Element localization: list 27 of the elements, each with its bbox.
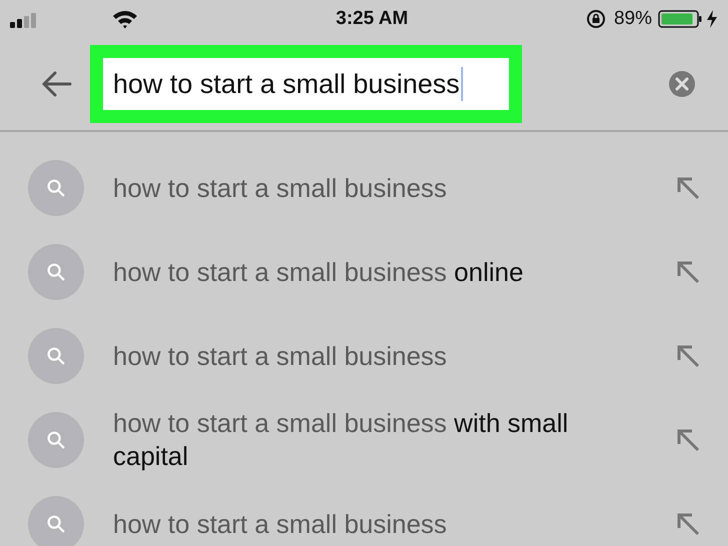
wifi-icon (112, 9, 138, 29)
suggestion-text: how to start a small business (113, 172, 448, 204)
suggestion-item[interactable]: how to start a small business (0, 482, 728, 546)
suggestion-item[interactable]: how to start a small business (0, 146, 728, 230)
suggestion-item[interactable]: how to start a small business with small capital (0, 398, 728, 482)
text-cursor (460, 67, 463, 101)
battery-icon (658, 9, 704, 29)
arrow-up-left-icon[interactable] (675, 259, 701, 285)
status-time: 3:25 AM (336, 6, 408, 31)
search-query: how to start a small business (113, 68, 460, 101)
charging-icon (706, 9, 718, 29)
back-arrow-icon[interactable] (40, 70, 72, 98)
rotation-lock-icon (586, 9, 606, 29)
search-icon (28, 496, 84, 546)
clear-icon[interactable] (668, 70, 696, 98)
suggestion-text: how to start a small business with small capital (113, 407, 570, 473)
arrow-up-left-icon[interactable] (675, 343, 701, 369)
arrow-up-left-icon[interactable] (675, 511, 701, 537)
suggestion-text: how to start a small business online (113, 256, 524, 288)
suggestion-item[interactable]: how to start a small business (0, 314, 728, 398)
battery-percent: 89% (614, 6, 652, 31)
suggestion-item[interactable]: how to start a small business online (0, 230, 728, 314)
arrow-up-left-icon[interactable] (675, 175, 701, 201)
arrow-up-left-icon[interactable] (675, 427, 701, 453)
suggestion-text: how to start a small business (113, 340, 448, 372)
suggestion-text: how to start a small business (113, 508, 448, 540)
search-field[interactable]: how to start a small business (90, 45, 522, 123)
